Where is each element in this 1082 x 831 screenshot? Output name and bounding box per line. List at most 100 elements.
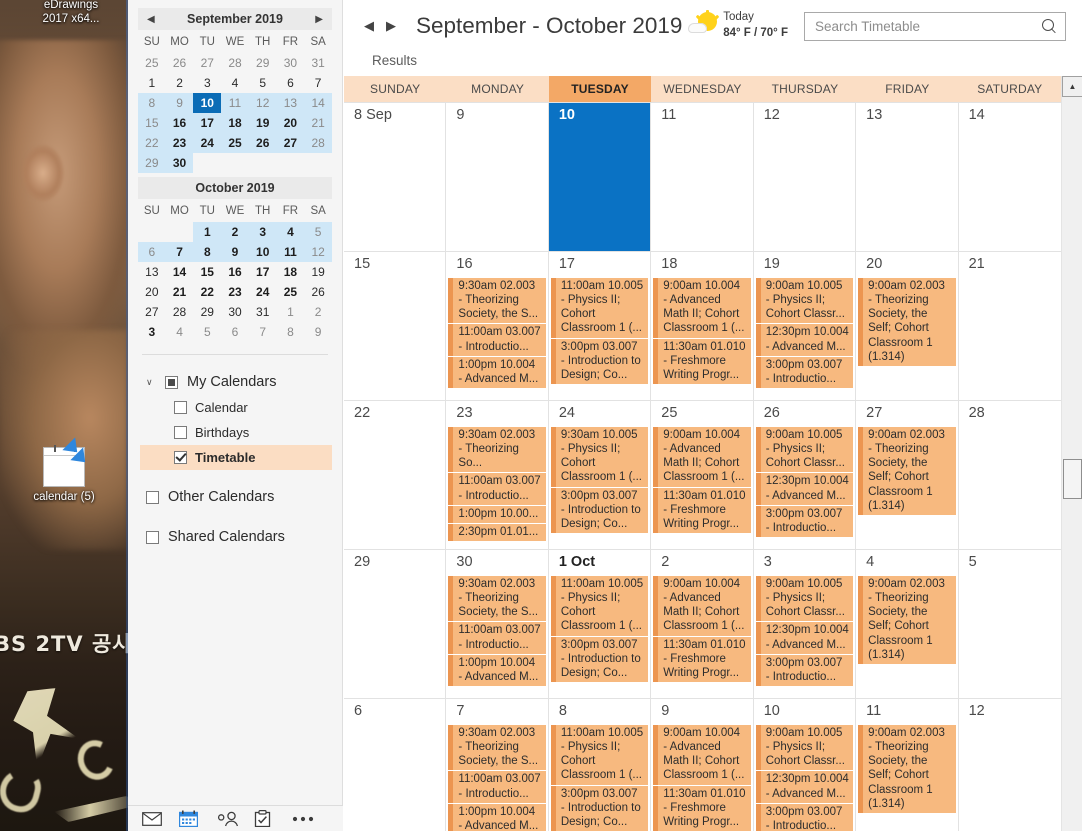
- mini-cal-day[interactable]: 20: [276, 113, 305, 133]
- calendar-event[interactable]: 9:00am 10.005 - Physics II; Cohort Class…: [755, 575, 854, 622]
- day-cell[interactable]: 1 Oct 11:00am 10.005 - Physics II; Cohort…: [548, 550, 652, 698]
- day-cell[interactable]: 21: [958, 252, 1061, 400]
- calendar-event[interactable]: 9:30am 02.003 - Theorizing So...: [448, 426, 546, 473]
- mini-cal-day[interactable]: 8: [138, 93, 166, 113]
- chevron-down-icon[interactable]: ∨: [146, 377, 156, 388]
- mini-cal-day[interactable]: 10: [193, 93, 222, 113]
- calendar-event[interactable]: 12:30pm 10.004 - Advanced M...: [755, 473, 854, 505]
- mini-cal-day[interactable]: 26: [248, 133, 277, 153]
- day-cell[interactable]: 4 9:00am 02.003 - Theorizing Society, the…: [856, 550, 959, 698]
- mini-cal-day[interactable]: 14: [304, 93, 332, 113]
- mini-cal-day[interactable]: 21: [304, 113, 332, 133]
- mini-cal-day[interactable]: 30: [277, 53, 305, 73]
- day-cell[interactable]: 6: [344, 699, 447, 831]
- day-cell[interactable]: 3 9:00am 10.005 - Physics II; Cohort Clas…: [753, 550, 857, 698]
- mini-cal-day[interactable]: 2: [304, 302, 332, 322]
- calendar-event[interactable]: 3:00pm 03.007 - Introduction to Design; …: [550, 636, 649, 683]
- calendar-event[interactable]: 11:00am 03.007 - Introductio...: [448, 622, 546, 654]
- mini-cal-day[interactable]: 29: [193, 302, 221, 322]
- day-cell[interactable]: 7 9:30am 02.003 - Theorizing Society, the…: [446, 699, 549, 831]
- calendar-list-item-shared-calendars[interactable]: Shared Calendars: [140, 524, 332, 550]
- mini-cal-day[interactable]: 13: [276, 93, 305, 113]
- mini-cal-day[interactable]: 1: [193, 222, 222, 242]
- checkbox-calendar[interactable]: [174, 401, 187, 414]
- mini-cal-day[interactable]: 17: [193, 113, 222, 133]
- calendar-event[interactable]: 11:30am 01.010 - Freshmore Writing Progr…: [653, 487, 751, 534]
- mini-cal-day[interactable]: 30: [165, 153, 194, 173]
- calendar-event[interactable]: 3:00pm 03.007 - Introductio...: [755, 505, 854, 538]
- calendar-event[interactable]: 12:30pm 10.004 - Advanced M...: [755, 622, 854, 654]
- day-cell[interactable]: 8 Sep: [344, 103, 447, 251]
- mini-cal-day[interactable]: 9: [165, 93, 194, 113]
- calendar-event[interactable]: 12:30pm 10.004 - Advanced M...: [755, 324, 854, 356]
- calendar-event[interactable]: 11:30am 01.010 - Freshmore Writing Progr…: [653, 338, 751, 385]
- calendar-event[interactable]: 1:00pm 10.004 - Advanced M...: [448, 654, 546, 687]
- day-cell[interactable]: 8 11:00am 10.005 - Physics II; Cohort Cla…: [548, 699, 652, 831]
- mini-cal-day[interactable]: 16: [165, 113, 194, 133]
- calendar-event[interactable]: 9:00am 10.005 - Physics II; Cohort Class…: [755, 277, 854, 324]
- mini-cal-day[interactable]: 3: [193, 73, 221, 93]
- calendar-event[interactable]: 9:00am 10.004 - Advanced Math II; Cohort…: [653, 575, 751, 636]
- mini-cal-day[interactable]: 9: [221, 242, 249, 262]
- mini-cal-day[interactable]: 27: [276, 133, 305, 153]
- mini-cal-day[interactable]: 7: [165, 242, 194, 262]
- mini-cal-day[interactable]: 1: [277, 302, 305, 322]
- calendar-event[interactable]: 11:00am 10.005 - Physics II; Cohort Clas…: [550, 724, 649, 785]
- day-cell[interactable]: 30 9:30am 02.003 - Theorizing Society, th…: [446, 550, 549, 698]
- day-cell[interactable]: 10: [548, 103, 652, 251]
- mini-cal-day[interactable]: 4: [276, 222, 305, 242]
- mini-cal-day[interactable]: 18: [277, 262, 305, 282]
- mini-cal-day[interactable]: 24: [193, 133, 222, 153]
- mini-cal-day[interactable]: 19: [248, 113, 277, 133]
- mini-cal-day[interactable]: 14: [166, 262, 194, 282]
- calendar-event[interactable]: 3:00pm 03.007 - Introduction to Design; …: [550, 487, 649, 534]
- day-cell[interactable]: 5: [958, 550, 1061, 698]
- mail-icon[interactable]: [142, 811, 179, 826]
- mini-cal-day[interactable]: 15: [138, 113, 166, 133]
- mini-cal-day[interactable]: 19: [304, 262, 332, 282]
- mini-cal-day[interactable]: 8: [193, 242, 222, 262]
- mini-cal-day[interactable]: 12: [248, 93, 277, 113]
- mini-cal-day[interactable]: 27: [138, 302, 166, 322]
- day-cell[interactable]: 20 9:00am 02.003 - Theorizing Society, th…: [856, 252, 959, 400]
- calendar-event[interactable]: 3:00pm 03.007 - Introductio...: [755, 356, 854, 389]
- mini-cal-day[interactable]: 20: [138, 282, 166, 302]
- calendar-list-item-birthdays[interactable]: Birthdays: [140, 420, 332, 445]
- calendar-event[interactable]: 3:00pm 03.007 - Introductio...: [755, 803, 854, 831]
- mini-cal-day[interactable]: 17: [249, 262, 277, 282]
- day-cell[interactable]: 23 9:30am 02.003 - Theorizing So... 11:00a…: [446, 401, 549, 549]
- mini-cal-day[interactable]: 6: [138, 242, 166, 262]
- mini-cal-day[interactable]: 6: [221, 322, 249, 342]
- scroll-thumb[interactable]: [1063, 459, 1082, 499]
- mini-cal-day[interactable]: 23: [221, 282, 249, 302]
- day-cell[interactable]: 9: [446, 103, 549, 251]
- mini-cal-prev-icon[interactable]: ◀: [144, 14, 158, 25]
- desktop-icon-edrawings-label[interactable]: eDrawings 2017 x64...: [16, 0, 126, 26]
- mini-cal-day[interactable]: 24: [249, 282, 277, 302]
- calendar-event[interactable]: 9:00am 10.004 - Advanced Math II; Cohort…: [653, 724, 751, 785]
- calendar-event[interactable]: 11:00am 10.005 - Physics II; Cohort Clas…: [550, 277, 649, 338]
- search-box[interactable]: [804, 11, 1066, 41]
- mini-cal-day[interactable]: 3: [138, 322, 166, 342]
- calendar-event[interactable]: 9:00am 02.003 - Theorizing Society, the …: [858, 724, 956, 813]
- calendar-event[interactable]: 11:00am 03.007 - Introductio...: [448, 324, 546, 356]
- calendar-event[interactable]: 9:00am 10.005 - Physics II; Cohort Class…: [755, 724, 854, 771]
- calendar-event[interactable]: 2:30pm 01.01...: [448, 524, 546, 542]
- day-cell[interactable]: 27 9:00am 02.003 - Theorizing Society, th…: [856, 401, 959, 549]
- mini-cal-day[interactable]: 26: [304, 282, 332, 302]
- day-cell[interactable]: 25 9:00am 10.004 - Advanced Math II; Coho…: [651, 401, 754, 549]
- day-cell[interactable]: 12: [958, 699, 1061, 831]
- calendar-event[interactable]: 12:30pm 10.004 - Advanced M...: [755, 771, 854, 803]
- mini-cal-day[interactable]: 7: [249, 322, 277, 342]
- calendar-icon[interactable]: [179, 810, 216, 827]
- calendar-event[interactable]: 3:00pm 03.007 - Introduction to Design; …: [550, 338, 649, 385]
- mini-cal-day[interactable]: 29: [138, 153, 166, 173]
- calendar-event[interactable]: 9:00am 10.005 - Physics II; Cohort Class…: [755, 426, 854, 473]
- day-cell[interactable]: 19 9:00am 10.005 - Physics II; Cohort Cla…: [753, 252, 857, 400]
- tasks-icon[interactable]: [254, 810, 291, 827]
- more-icon[interactable]: [292, 816, 329, 822]
- calendar-event[interactable]: 1:00pm 10.00...: [448, 505, 546, 523]
- mini-cal-day[interactable]: 29: [249, 53, 277, 73]
- calendar-event[interactable]: 9:00am 10.004 - Advanced Math II; Cohort…: [653, 426, 751, 487]
- mini-cal-day[interactable]: 25: [221, 133, 249, 153]
